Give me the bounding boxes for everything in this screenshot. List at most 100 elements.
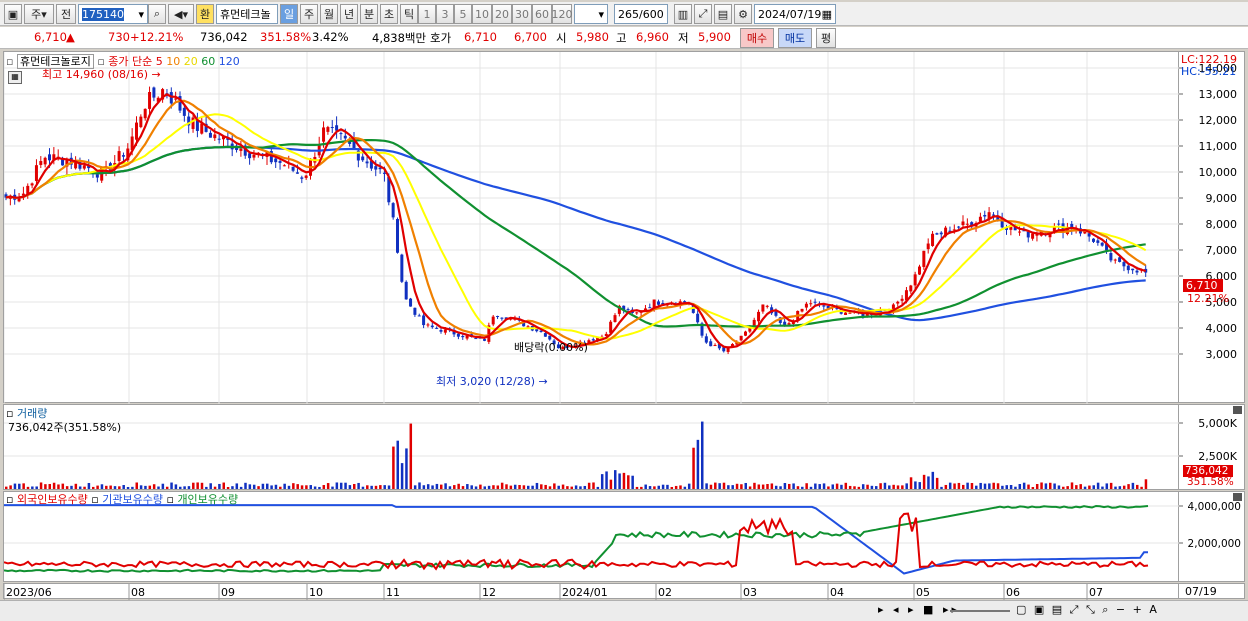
window-icon[interactable]: ▣	[4, 4, 22, 24]
scroll-bar[interactable]: ▸ ◂ ▸ ■ ▸▸ ▢ ▣ ▤ ⤢ ⤡ ⌕ − + A	[0, 600, 1248, 621]
candle-icon[interactable]: ▥	[674, 4, 692, 24]
candle-body	[422, 315, 426, 326]
interval-120[interactable]: 120	[552, 4, 573, 24]
interval-60[interactable]: 60	[532, 4, 552, 24]
volume-bar	[566, 486, 569, 489]
price-tick-label: 12,000	[1199, 114, 1238, 127]
low-price: 5,900	[698, 30, 731, 44]
volume-bar	[300, 485, 304, 489]
volume-bar	[392, 446, 395, 489]
interval-20[interactable]: 20	[492, 4, 512, 24]
volume-bar	[1105, 483, 1109, 489]
candle-body	[461, 336, 465, 338]
scroll-controls[interactable]: ▸ ◂ ▸ ■ ▸▸	[878, 603, 960, 616]
candle-body	[135, 122, 138, 140]
volume-bar	[640, 486, 643, 489]
candle-body	[543, 333, 547, 337]
period-select[interactable]: 주 ▾	[24, 4, 54, 24]
volume-bar	[1075, 485, 1078, 489]
legend-foreign[interactable]: 외국인보유수량	[17, 493, 88, 506]
prev-button[interactable]: 전	[56, 4, 76, 24]
volume-bar	[31, 486, 34, 489]
volume-panel[interactable]	[3, 404, 1180, 491]
candle-body	[456, 333, 460, 337]
period-year[interactable]: 년	[340, 4, 358, 24]
period-tick[interactable]: 틱	[400, 4, 418, 24]
price-tick-label: 7,000	[1206, 244, 1238, 257]
legend-individual[interactable]: 개인보유수량	[177, 493, 238, 506]
zoom-slider[interactable]	[950, 610, 1010, 612]
period-month[interactable]: 월	[320, 4, 338, 24]
volume-bar	[527, 485, 530, 489]
price-tick-label: 8,000	[1206, 218, 1238, 231]
price-panel[interactable]	[3, 51, 1180, 404]
candle-body	[435, 327, 439, 329]
candle-body	[1096, 240, 1100, 243]
avg-button[interactable]: 평	[816, 28, 836, 48]
interval-3[interactable]: 3	[436, 4, 454, 24]
volume-bar	[379, 485, 382, 489]
volume-bar	[831, 484, 834, 489]
candle-body	[300, 177, 304, 179]
sound-icon[interactable]: ◀▾	[168, 4, 194, 24]
volume-bar	[679, 485, 682, 489]
calendar-icon[interactable]: ▦	[822, 8, 832, 21]
candle-body	[148, 92, 152, 109]
price-tick-label: 11,000	[1199, 140, 1238, 153]
volume-bar	[335, 482, 339, 489]
interval-10[interactable]: 10	[472, 4, 492, 24]
candle-body	[913, 274, 917, 286]
volume-bar	[87, 482, 91, 489]
volume-bar	[1035, 484, 1039, 489]
candle-body	[1122, 262, 1126, 267]
period-second[interactable]: 초	[380, 4, 398, 24]
volume-bar	[1053, 483, 1056, 489]
volume-bar	[731, 485, 734, 489]
legend-institution[interactable]: 기관보유수량	[102, 493, 163, 506]
save-icon[interactable]: ▤	[714, 4, 732, 24]
volume-bar	[609, 479, 613, 489]
stock-name-field[interactable]: 휴먼테크놀	[216, 4, 278, 24]
up-arrow-icon: ▲	[66, 30, 75, 44]
volume-bar	[1136, 484, 1139, 489]
legend-ma-120: 120	[218, 55, 240, 68]
table-icon[interactable]: ▦	[8, 71, 22, 84]
volume-bar	[248, 484, 252, 489]
period-week[interactable]: 주	[300, 4, 318, 24]
interval-1[interactable]: 1	[418, 4, 436, 24]
price: 6,710	[34, 30, 67, 44]
search-icon[interactable]: ⌕	[148, 4, 166, 24]
candle-body	[800, 308, 804, 312]
volume-bar	[313, 486, 317, 489]
volume-bar	[840, 484, 843, 489]
volume-bar	[183, 486, 186, 489]
gear-icon[interactable]: ⚙	[734, 4, 752, 24]
code-input[interactable]: 175140 ▾	[78, 4, 148, 24]
count-input[interactable]: 265/600	[614, 4, 668, 24]
price-axis[interactable]: 14,000 13,000 12,000 11,000 10,000 9,000 8,000…	[1179, 51, 1245, 403]
volume-close-icon[interactable]	[1233, 406, 1242, 414]
candle-body	[918, 266, 921, 275]
interval-5[interactable]: 5	[454, 4, 472, 24]
volume-chart[interactable]	[4, 405, 1180, 491]
price-chart[interactable]	[3, 52, 1180, 404]
volume-bar	[474, 486, 478, 489]
date-input[interactable]: 2024/07/19 ▦	[754, 4, 836, 24]
buy-button[interactable]: 매수	[740, 28, 774, 48]
holdings-close-icon[interactable]	[1233, 493, 1242, 501]
line-icon[interactable]: ⤢	[694, 4, 712, 24]
volume-bar	[918, 482, 921, 489]
candle-body	[1100, 242, 1104, 246]
candle-body	[217, 138, 221, 140]
candle-body	[430, 325, 434, 328]
candle-body	[978, 216, 982, 222]
period-minute[interactable]: 분	[360, 4, 378, 24]
sell-button[interactable]: 매도	[778, 28, 812, 48]
candle-body	[213, 134, 217, 139]
period-day[interactable]: 일	[280, 4, 298, 24]
hwan-button[interactable]: 환	[196, 4, 214, 24]
interval-30[interactable]: 30	[512, 4, 532, 24]
holdings-axis[interactable]: 4,000,000 2,000,000	[1179, 491, 1245, 582]
tool-icons[interactable]: ▢ ▣ ▤ ⤢ ⤡ ⌕ − + A	[1016, 603, 1159, 617]
interval-input[interactable]: ▾	[574, 4, 608, 24]
